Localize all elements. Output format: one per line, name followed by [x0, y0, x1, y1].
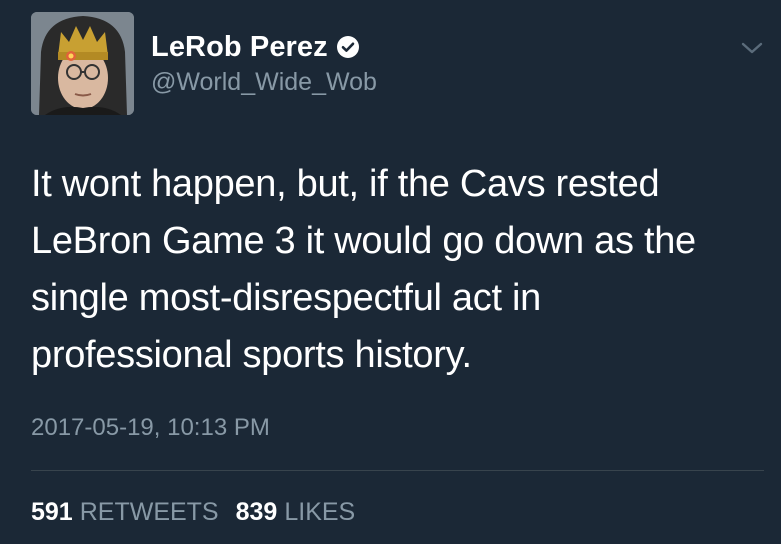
likes-count[interactable]: 839 — [236, 498, 278, 527]
divider — [31, 470, 764, 471]
display-name[interactable]: LeRob Perez — [151, 31, 328, 64]
tweet-stats: 591 RETWEETS 839 LIKES — [31, 498, 372, 527]
likes-label[interactable]: LIKES — [284, 498, 355, 527]
avatar[interactable] — [31, 12, 134, 115]
user-handle[interactable]: @World_Wide_Wob — [151, 68, 377, 97]
tweet-text-line: professional sports history. — [31, 334, 472, 376]
tweet-text-line: It wont happen, but, if the Cavs rested — [31, 163, 660, 205]
retweets-label[interactable]: RETWEETS — [80, 498, 219, 527]
tweet-timestamp[interactable]: 2017-05-19, 10:13 PM — [31, 414, 270, 442]
chevron-down-icon[interactable] — [739, 38, 765, 58]
tweet-text-line: single most-disrespectful act in — [31, 277, 541, 319]
display-name-row: LeRob Perez — [151, 29, 359, 65]
tweet-text-line: LeBron Game 3 it would go down as the — [31, 220, 696, 262]
verified-badge-icon — [336, 36, 359, 58]
tweet-card: LeRob Perez @World_Wide_Wob It wont happ… — [0, 0, 781, 544]
avatar-image — [31, 12, 134, 115]
tweet-text: It wont happen, but, if the Cavs rested … — [31, 156, 761, 384]
retweets-count[interactable]: 591 — [31, 498, 73, 527]
